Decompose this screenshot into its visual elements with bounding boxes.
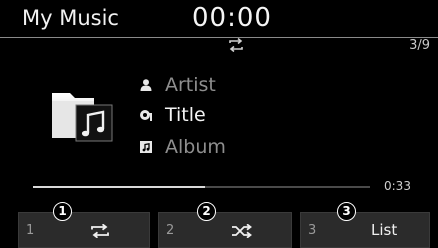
app-title: My Music bbox=[22, 6, 119, 30]
callout-marker-2: 2 bbox=[197, 202, 216, 221]
title-text: Title bbox=[165, 104, 206, 126]
repeat-button[interactable]: 1 bbox=[18, 212, 150, 248]
artist-text: Artist bbox=[165, 74, 216, 96]
music-player-screen: My Music 00:00 3/9 Artist Title Album 0:… bbox=[0, 0, 438, 248]
clock: 00:00 bbox=[192, 3, 272, 33]
album-icon bbox=[140, 141, 152, 153]
list-label: List bbox=[371, 221, 398, 239]
header-bar: My Music 00:00 bbox=[0, 0, 438, 40]
person-icon bbox=[140, 79, 152, 91]
callout-marker-1: 1 bbox=[53, 202, 72, 221]
list-button[interactable]: 3 List bbox=[300, 212, 430, 248]
button-number: 2 bbox=[166, 223, 175, 238]
button-number: 1 bbox=[26, 223, 35, 238]
shuffle-icon bbox=[232, 224, 252, 238]
shuffle-button[interactable]: 2 bbox=[158, 212, 292, 248]
track-count: 3/9 bbox=[409, 38, 430, 53]
music-folder-icon bbox=[52, 93, 113, 142]
repeat-icon bbox=[91, 224, 109, 238]
progress-fill bbox=[33, 186, 205, 188]
album-text: Album bbox=[165, 136, 226, 158]
repeat-icon bbox=[229, 38, 243, 52]
elapsed-time: 0:33 bbox=[384, 179, 411, 193]
callout-marker-3: 3 bbox=[337, 202, 356, 221]
button-number: 3 bbox=[308, 223, 317, 238]
progress-bar[interactable] bbox=[33, 186, 370, 188]
song-title-icon bbox=[140, 110, 152, 121]
header-divider bbox=[0, 37, 438, 38]
